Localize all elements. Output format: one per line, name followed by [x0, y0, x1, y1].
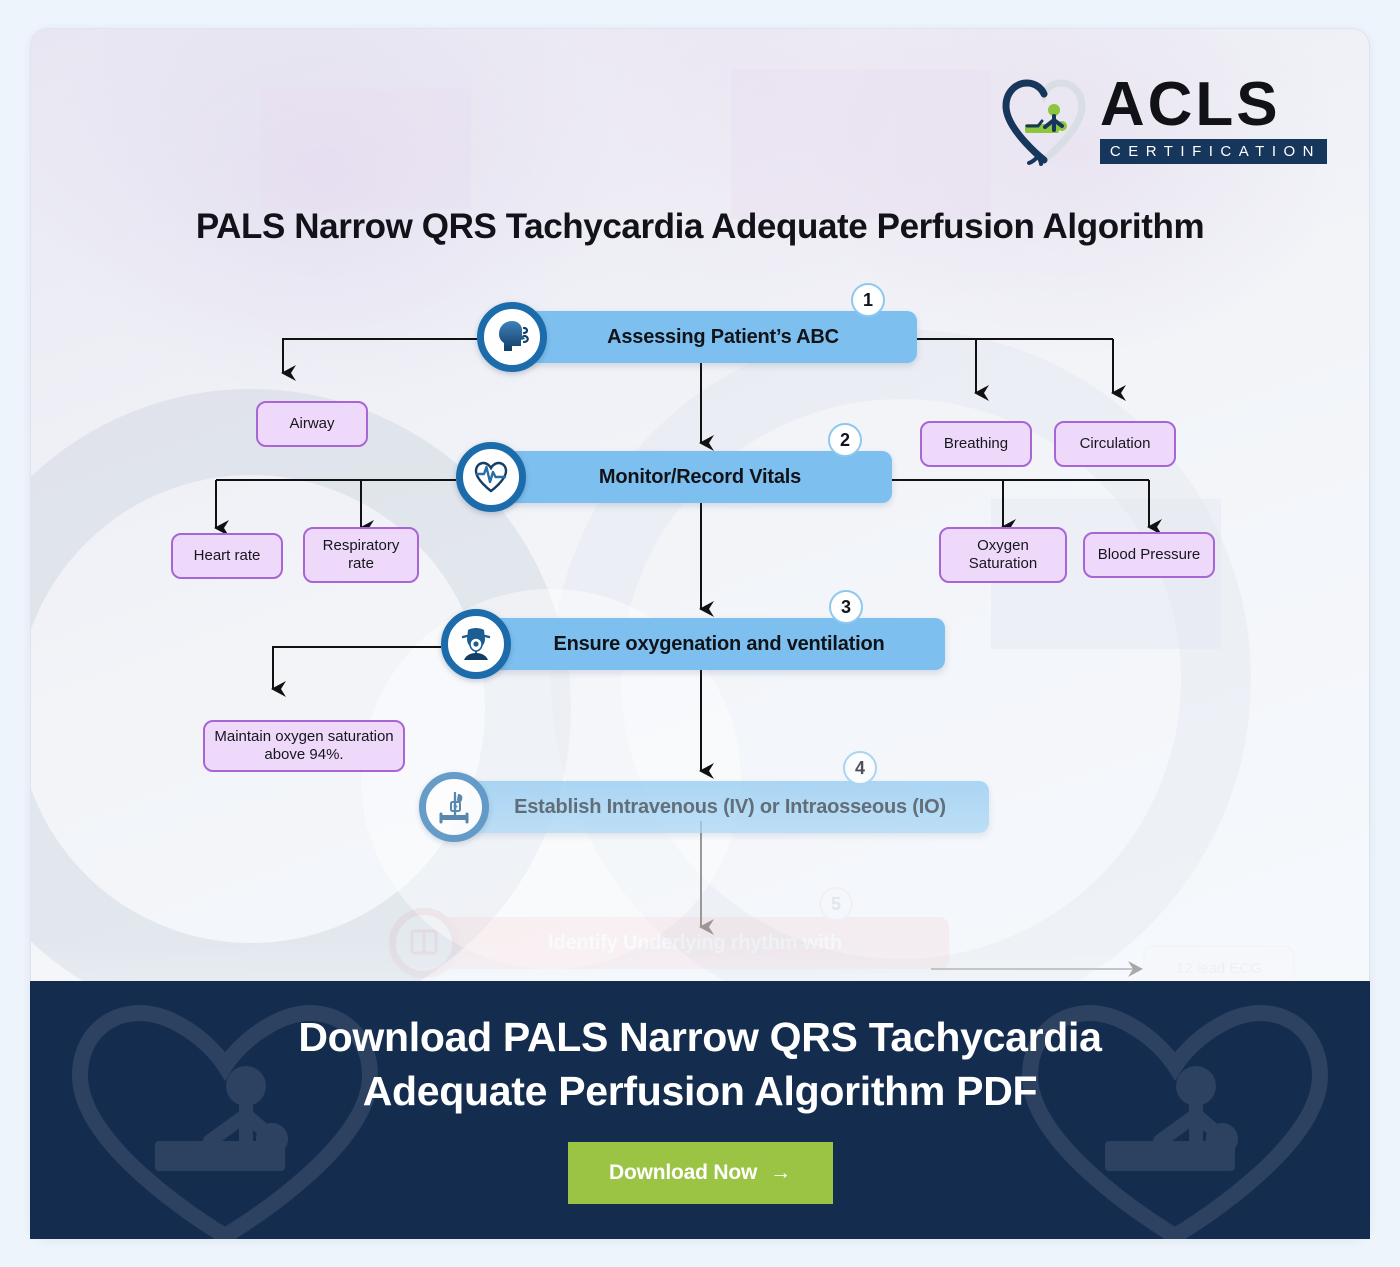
- step-5-bar[interactable]: Identify Underlying rhythm with: [425, 917, 949, 969]
- sub-node-12-lead-ecg-label: 12 lead ECG: [1176, 959, 1262, 977]
- sub-node-circulation-label: Circulation: [1079, 434, 1151, 452]
- sub-node-heart-rate[interactable]: Heart rate: [171, 533, 283, 579]
- sub-node-heart-rate-label: Heart rate: [193, 546, 261, 564]
- cta-heading-line2: Adequate Perfusion Algorithm PDF: [362, 1068, 1038, 1115]
- sub-node-maintain-oxygen-saturation-label: Maintain oxygen saturation above 94%.: [214, 727, 394, 763]
- download-now-label: Download Now: [609, 1161, 758, 1185]
- step-3-label: Ensure oxygenation and ventilation: [553, 632, 885, 655]
- sub-node-airway-label: Airway: [289, 414, 335, 432]
- sub-node-blood-pressure[interactable]: Blood Pressure: [1083, 532, 1215, 578]
- sub-node-maintain-oxygen-saturation[interactable]: Maintain oxygen saturation above 94%.: [203, 720, 405, 772]
- cta-heading: Download PALS Narrow QRS Tachycardia Ade…: [30, 981, 1370, 1118]
- ecg-monitor-icon: [389, 908, 459, 978]
- arrow-right-icon: →: [770, 1161, 791, 1185]
- oxygen-mask-icon: [441, 609, 511, 679]
- heart-ecg-icon: [456, 442, 526, 512]
- sub-node-breathing[interactable]: Breathing: [920, 421, 1032, 467]
- step-4-badge: 4: [843, 751, 877, 785]
- step-3-badge: 3: [829, 590, 863, 624]
- step-1-label: Assessing Patient’s ABC: [607, 325, 839, 348]
- sub-node-respiratory-rate[interactable]: Respiratory rate: [303, 527, 419, 583]
- step-5-label: Identify Underlying rhythm with: [548, 931, 842, 954]
- step-4-label: Establish Intravenous (IV) or Intraosseo…: [514, 795, 946, 818]
- download-cta-banner: Download PALS Narrow QRS Tachycardia Ade…: [30, 981, 1370, 1239]
- sub-node-airway[interactable]: Airway: [256, 401, 368, 447]
- download-now-button[interactable]: Download Now →: [567, 1142, 833, 1205]
- step-5[interactable]: 5 Identify Underlying rhythm with: [389, 887, 949, 978]
- step-5-badge: 5: [819, 887, 853, 921]
- step-2-label: Monitor/Record Vitals: [598, 465, 802, 488]
- cta-heading-line1: Download PALS Narrow QRS Tachycardia: [298, 1014, 1102, 1060]
- step-2-bar[interactable]: Monitor/Record Vitals: [492, 451, 892, 503]
- step-4[interactable]: 4 Establish Intravenous (IV) or Intraoss…: [419, 751, 989, 842]
- sub-node-breathing-label: Breathing: [943, 434, 1009, 452]
- sub-node-respiratory-rate-label: Respiratory rate: [322, 536, 400, 572]
- sub-node-oxygen-saturation-label: Oxygen Saturation: [968, 536, 1038, 572]
- step-2-badge: 2: [828, 423, 862, 457]
- head-breathing-icon: [477, 302, 547, 372]
- step-1-bar[interactable]: Assessing Patient’s ABC: [513, 311, 917, 363]
- sub-node-circulation[interactable]: Circulation: [1054, 421, 1176, 467]
- step-3-bar[interactable]: Ensure oxygenation and ventilation: [477, 618, 945, 670]
- step-4-bar[interactable]: Establish Intravenous (IV) or Intraosseo…: [455, 781, 989, 833]
- step-1[interactable]: 1 Assessing Patient’s ABC: [477, 283, 917, 372]
- step-1-badge: 1: [851, 283, 885, 317]
- sub-node-oxygen-saturation[interactable]: Oxygen Saturation: [939, 527, 1067, 583]
- step-3[interactable]: 3 Ensure oxygenation and ventilation: [441, 590, 945, 679]
- iv-drip-icon: [419, 772, 489, 842]
- step-2[interactable]: 2 Monitor/Record Vitals: [456, 423, 896, 512]
- connector-lines: [214, 338, 1162, 977]
- page-root: ACLS CERTIFICATION PALS Narrow QRS Tachy…: [0, 0, 1400, 1267]
- sub-node-blood-pressure-label: Blood Pressure: [1097, 545, 1201, 563]
